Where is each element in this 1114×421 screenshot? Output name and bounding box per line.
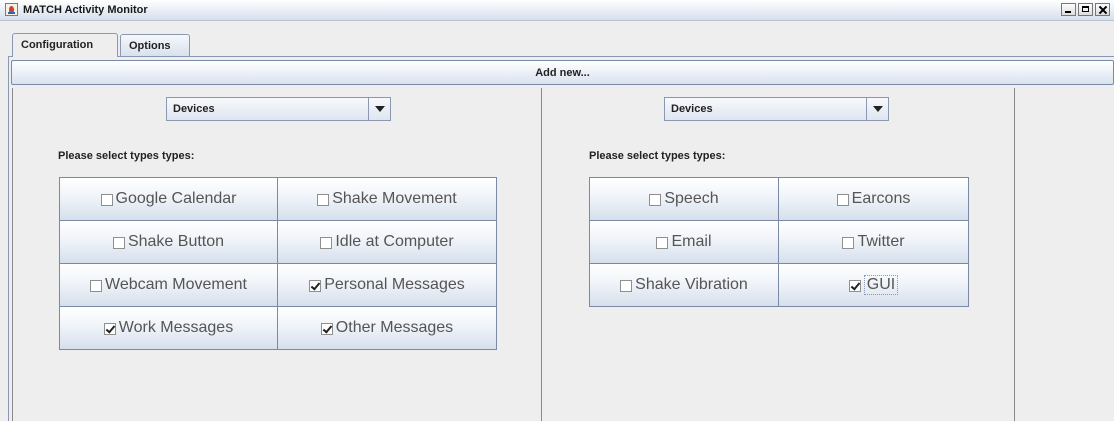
checkbox-icon[interactable] <box>320 237 333 249</box>
checkbox-icon[interactable] <box>103 323 116 335</box>
type-toggle-button[interactable]: Shake Vibration <box>589 263 779 307</box>
window-controls <box>1061 3 1110 16</box>
type-toggle-button[interactable]: Webcam Movement <box>59 263 278 307</box>
left-types-grid: Google Calendar Shake Movement Shake Butto… <box>59 177 497 350</box>
tab-configuration[interactable]: Configuration <box>12 33 118 57</box>
type-label: Google Calendar <box>115 190 237 207</box>
right-panel: Devices Please select types types: Speec… <box>542 88 1015 421</box>
type-toggle-button[interactable]: Google Calendar <box>59 177 278 221</box>
type-label: Idle at Computer <box>335 233 454 250</box>
type-toggle-button[interactable]: Work Messages <box>59 306 278 350</box>
type-label: Other Messages <box>335 319 454 336</box>
chevron-down-icon[interactable] <box>866 98 888 120</box>
type-label: Shake Vibration <box>635 276 748 293</box>
type-toggle-button[interactable]: Shake Button <box>59 220 278 264</box>
add-new-button[interactable]: Add new... <box>11 60 1114 85</box>
title-bar[interactable]: MATCH Activity Monitor <box>0 0 1114 21</box>
checkbox-icon[interactable] <box>309 280 322 292</box>
checkbox-icon[interactable] <box>842 237 855 249</box>
type-label: Speech <box>664 190 719 207</box>
java-icon <box>5 3 18 16</box>
type-toggle-button[interactable]: Other Messages <box>277 306 497 350</box>
type-toggle-button[interactable]: Email <box>589 220 779 264</box>
type-toggle-button[interactable]: Twitter <box>778 220 969 264</box>
left-panel: Devices Please select types types: Googl… <box>12 88 542 421</box>
dropdown-value: Devices <box>167 98 368 120</box>
dropdown-value: Devices <box>665 98 866 120</box>
type-toggle-button[interactable]: Speech <box>589 177 779 221</box>
checkbox-icon[interactable] <box>100 194 113 206</box>
checkbox-icon[interactable] <box>836 194 849 206</box>
type-toggle-button[interactable]: Shake Movement <box>277 177 497 221</box>
select-types-label: Please select types types: <box>589 150 726 162</box>
checkbox-icon[interactable] <box>112 237 125 249</box>
checkbox-icon[interactable] <box>848 280 861 292</box>
type-label: Webcam Movement <box>105 276 247 293</box>
checkbox-icon[interactable] <box>649 194 662 206</box>
checkbox-icon[interactable] <box>90 280 102 292</box>
right-types-grid: Speech Earcons Email Twitter Shake Vibration… <box>589 177 969 307</box>
type-toggle-button[interactable]: Idle at Computer <box>277 220 497 264</box>
tab-options[interactable]: Options <box>120 34 190 56</box>
extra-panel <box>1015 88 1114 421</box>
checkbox-icon[interactable] <box>317 194 330 206</box>
checkbox-icon[interactable] <box>620 280 633 292</box>
tab-strip: Configuration Options <box>0 21 1114 57</box>
close-icon[interactable] <box>1095 3 1110 16</box>
maximize-icon[interactable] <box>1078 3 1093 16</box>
left-device-dropdown[interactable]: Devices <box>166 97 391 121</box>
type-toggle-button[interactable]: Earcons <box>778 177 969 221</box>
minimize-icon[interactable] <box>1061 3 1076 16</box>
type-toggle-button[interactable]: Personal Messages <box>277 263 497 307</box>
type-label: Twitter <box>857 233 905 250</box>
select-types-label: Please select types types: <box>58 150 195 162</box>
chevron-down-icon[interactable] <box>368 98 390 120</box>
type-label: Earcons <box>851 190 911 207</box>
right-device-dropdown[interactable]: Devices <box>664 97 889 121</box>
type-label: Personal Messages <box>324 276 465 293</box>
checkbox-icon[interactable] <box>320 323 333 335</box>
checkbox-icon[interactable] <box>656 237 669 249</box>
type-label: Shake Button <box>127 233 225 250</box>
type-label: Work Messages <box>118 319 234 336</box>
type-label: Shake Movement <box>332 190 457 207</box>
window-title: MATCH Activity Monitor <box>23 4 148 16</box>
type-label: Email <box>671 233 712 250</box>
type-label: GUI <box>863 275 899 295</box>
type-toggle-button[interactable]: GUI <box>778 263 969 307</box>
